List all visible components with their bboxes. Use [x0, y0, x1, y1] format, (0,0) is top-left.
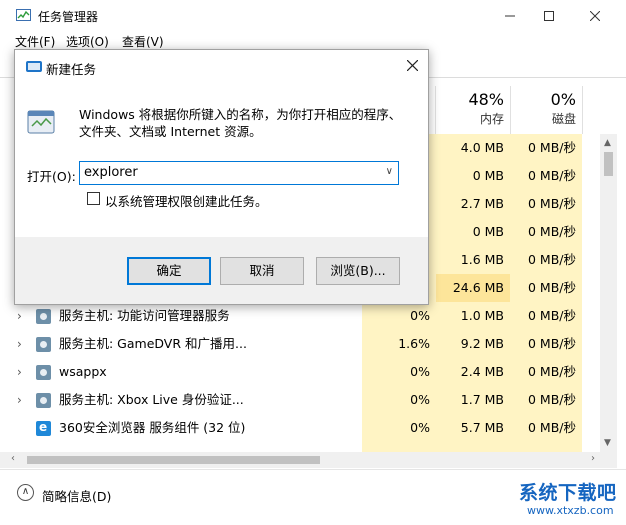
- table-row[interactable]: 360安全浏览器 服务组件 (32 位) 0% 5.7 MB 0 MB/秒: [0, 414, 600, 442]
- expand-chevron-icon[interactable]: ›: [17, 330, 22, 358]
- process-name: 360安全浏览器 服务组件 (32 位): [59, 420, 246, 435]
- fewer-details-link[interactable]: 简略信息(D): [42, 486, 111, 505]
- expand-chevron-icon[interactable]: ›: [17, 386, 22, 414]
- chevron-up-circle-icon[interactable]: ∧: [17, 484, 34, 501]
- browse-button[interactable]: 浏览(B)...: [316, 257, 400, 285]
- cpu-cell: 0%: [362, 302, 436, 330]
- watermark-main: 系统下载吧: [519, 482, 617, 504]
- menu-bar: 文件(F) 选项(O) 查看(V): [0, 32, 626, 50]
- menu-options[interactable]: 选项(O): [66, 33, 109, 50]
- scroll-thumb[interactable]: [604, 152, 613, 176]
- admin-checkbox-label[interactable]: 以系统管理权限创建此任务。: [105, 191, 268, 210]
- maximize-button[interactable]: [526, 0, 572, 32]
- gear-icon: [36, 309, 51, 324]
- table-row[interactable]: › 服务主机: GameDVR 和广播用... 1.6% 9.2 MB 0 MB…: [0, 330, 600, 358]
- disk-cell: 0 MB/秒: [510, 358, 582, 386]
- run-dialog: 新建任务 Windows 将根据你所键入的名称，为你打开相应的程序、文件夹、文档…: [14, 49, 429, 305]
- table-row[interactable]: › wsappx 0% 2.4 MB 0 MB/秒: [0, 358, 600, 386]
- disk-cell: 0 MB/秒: [510, 134, 582, 162]
- memory-cell: 1.6 MB: [436, 246, 510, 274]
- title-bar: 任务管理器: [0, 0, 626, 32]
- watermark-logo: 系统下载吧 www.xtxzb.com: [519, 478, 623, 522]
- scroll-right-icon[interactable]: ›: [591, 453, 595, 464]
- cpu-cell: 1.6%: [362, 330, 436, 358]
- disk-percent: 0%: [550, 90, 576, 109]
- disk-cell: 0 MB/秒: [510, 218, 582, 246]
- minimize-icon: [505, 15, 515, 17]
- vertical-scrollbar[interactable]: ▲ ▼: [600, 134, 617, 452]
- table-row[interactable]: › 服务主机: Xbox Live 身份验证... 0% 1.7 MB 0 MB…: [0, 386, 600, 414]
- run-window-icon: [26, 61, 42, 72]
- watermark-url: www.xtxzb.com: [527, 504, 614, 517]
- process-name: 服务主机: Xbox Live 身份验证...: [59, 392, 244, 407]
- menu-file[interactable]: 文件(F): [15, 33, 55, 50]
- column-header-disk[interactable]: 0% 磁盘: [510, 90, 576, 132]
- column-header-memory[interactable]: 48% 内存: [436, 90, 504, 132]
- run-program-icon: [27, 110, 55, 134]
- disk-cell: 0 MB/秒: [510, 414, 582, 442]
- disk-cell: 0 MB/秒: [510, 330, 582, 358]
- open-input-value[interactable]: explorer: [84, 165, 138, 180]
- dialog-close-button[interactable]: [397, 53, 427, 79]
- scroll-up-icon[interactable]: ▲: [604, 138, 611, 148]
- process-name: 服务主机: GameDVR 和广播用...: [59, 336, 247, 351]
- memory-cell: 0 MB: [436, 218, 510, 246]
- column-divider: [582, 86, 583, 134]
- memory-cell: 5.7 MB: [436, 414, 510, 442]
- memory-cell: 2.7 MB: [436, 190, 510, 218]
- chevron-down-icon[interactable]: ∨: [386, 166, 393, 177]
- cancel-button[interactable]: 取消: [220, 257, 304, 285]
- open-combobox[interactable]: explorer ∨: [79, 161, 399, 185]
- close-icon: [406, 59, 418, 72]
- close-button[interactable]: [572, 0, 618, 32]
- maximize-icon: [544, 11, 554, 21]
- memory-cell: 4.0 MB: [436, 134, 510, 162]
- horizontal-scrollbar[interactable]: ‹ ›: [0, 452, 617, 468]
- disk-cell: 0 MB/秒: [510, 246, 582, 274]
- scroll-thumb[interactable]: [27, 456, 320, 464]
- table-row[interactable]: › 服务主机: 功能访问管理器服务 0% 1.0 MB 0 MB/秒: [0, 302, 600, 330]
- browser-360-icon: [36, 420, 51, 436]
- disk-cell: [510, 442, 582, 452]
- memory-cell: 2.4 MB: [436, 358, 510, 386]
- cpu-cell: 0%: [362, 414, 436, 442]
- disk-label: 磁盘: [551, 112, 576, 126]
- memory-cell: 1.7 MB: [436, 386, 510, 414]
- window-title: 任务管理器: [38, 10, 99, 24]
- admin-checkbox[interactable]: [87, 192, 100, 205]
- memory-cell: 1.0 MB: [436, 302, 510, 330]
- disk-cell: 0 MB/秒: [510, 190, 582, 218]
- expand-chevron-icon[interactable]: ›: [17, 358, 22, 386]
- scroll-left-icon[interactable]: ‹: [11, 453, 15, 464]
- memory-cell: 9.2 MB: [436, 330, 510, 358]
- ok-button[interactable]: 确定: [127, 257, 211, 285]
- memory-cell: [436, 442, 510, 452]
- memory-label: 内存: [479, 112, 504, 126]
- disk-cell: 0 MB/秒: [510, 274, 582, 302]
- task-manager-icon: [16, 9, 31, 21]
- disk-cell: 0 MB/秒: [510, 386, 582, 414]
- memory-cell: 0 MB: [436, 162, 510, 190]
- dialog-description: Windows 将根据你所键入的名称，为你打开相应的程序、文件夹、文档或 Int…: [79, 107, 402, 139]
- cpu-cell: 0%: [362, 386, 436, 414]
- disk-cell: 0 MB/秒: [510, 302, 582, 330]
- table-row: [0, 442, 600, 452]
- gear-icon: [36, 337, 51, 352]
- gear-icon: [36, 365, 51, 380]
- cpu-cell: [362, 442, 436, 452]
- cpu-cell: 0%: [362, 358, 436, 386]
- memory-cell: 24.6 MB: [436, 274, 510, 302]
- expand-chevron-icon[interactable]: ›: [17, 302, 22, 330]
- memory-percent: 48%: [468, 90, 504, 109]
- close-icon: [590, 11, 600, 21]
- menu-view[interactable]: 查看(V): [122, 33, 164, 50]
- gear-icon: [36, 393, 51, 408]
- process-name: wsappx: [59, 364, 107, 379]
- disk-cell: 0 MB/秒: [510, 162, 582, 190]
- open-label: 打开(O):: [27, 169, 76, 184]
- process-name: 服务主机: 功能访问管理器服务: [59, 308, 230, 323]
- scroll-down-icon[interactable]: ▼: [604, 438, 611, 448]
- dialog-title: 新建任务: [46, 62, 97, 77]
